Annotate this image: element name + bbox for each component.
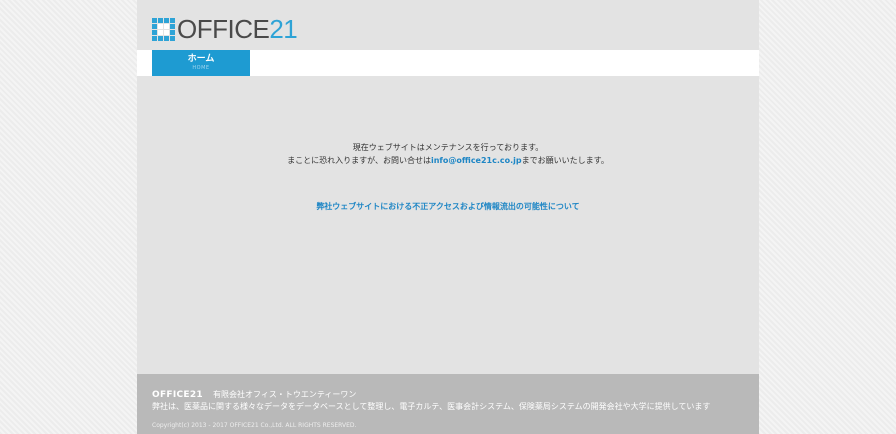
nav-tab-home[interactable]: ホーム HOME [152,50,250,76]
contact-message-post: までお願いいたします。 [521,156,609,165]
main-content: 現在ウェブサイトはメンテナンスを行っております。 まことに恐れ入りますが、お問い… [137,76,759,374]
nav-tab-home-sublabel: HOME [192,65,210,71]
nav-tab-home-label: ホーム [187,54,215,64]
footer-company-name: 有限会社オフィス・トウエンティーワン [212,390,357,399]
contact-email-link[interactable]: info@office21c.co.jp [431,156,522,165]
maintenance-message: 現在ウェブサイトはメンテナンスを行っております。 [352,143,544,152]
site-footer: OFFICE21 有限会社オフィス・トウエンティーワン 弊社は、医薬品に関する様々… [137,374,759,434]
page-container: OFFICE21 ホーム HOME 現在ウェブサイトはメンテナンスを行っておりま… [137,0,759,434]
site-header: OFFICE21 [137,0,759,50]
logo-text-21: 21 [269,14,298,44]
logo-text: OFFICE21 [177,14,298,44]
footer-brand: OFFICE21 有限会社オフィス・トウエンティーワン [152,389,356,401]
site-logo[interactable]: OFFICE21 [152,14,298,44]
contact-message: まことに恐れ入りますが、お問い合せはinfo@office21c.co.jpまで… [137,156,759,166]
footer-description: 弊社は、医薬品に関する様々なデータをデータベースとして整理し、電子カルテ、医事会… [152,402,711,411]
footer-brand-name: OFFICE21 [152,390,203,400]
footer-copyright: Copyright(c) 2013 - 2017 OFFICE21 Co.,Lt… [152,422,357,429]
logo-text-office: OFFICE [177,14,270,44]
security-notice-link[interactable]: 弊社ウェブサイトにおける不正アクセスおよび情報流出の可能性について [137,202,759,212]
logo-grid-icon [152,17,175,41]
contact-message-pre: まことに恐れ入りますが、お問い合せは [287,156,431,165]
main-nav: ホーム HOME [137,50,759,76]
